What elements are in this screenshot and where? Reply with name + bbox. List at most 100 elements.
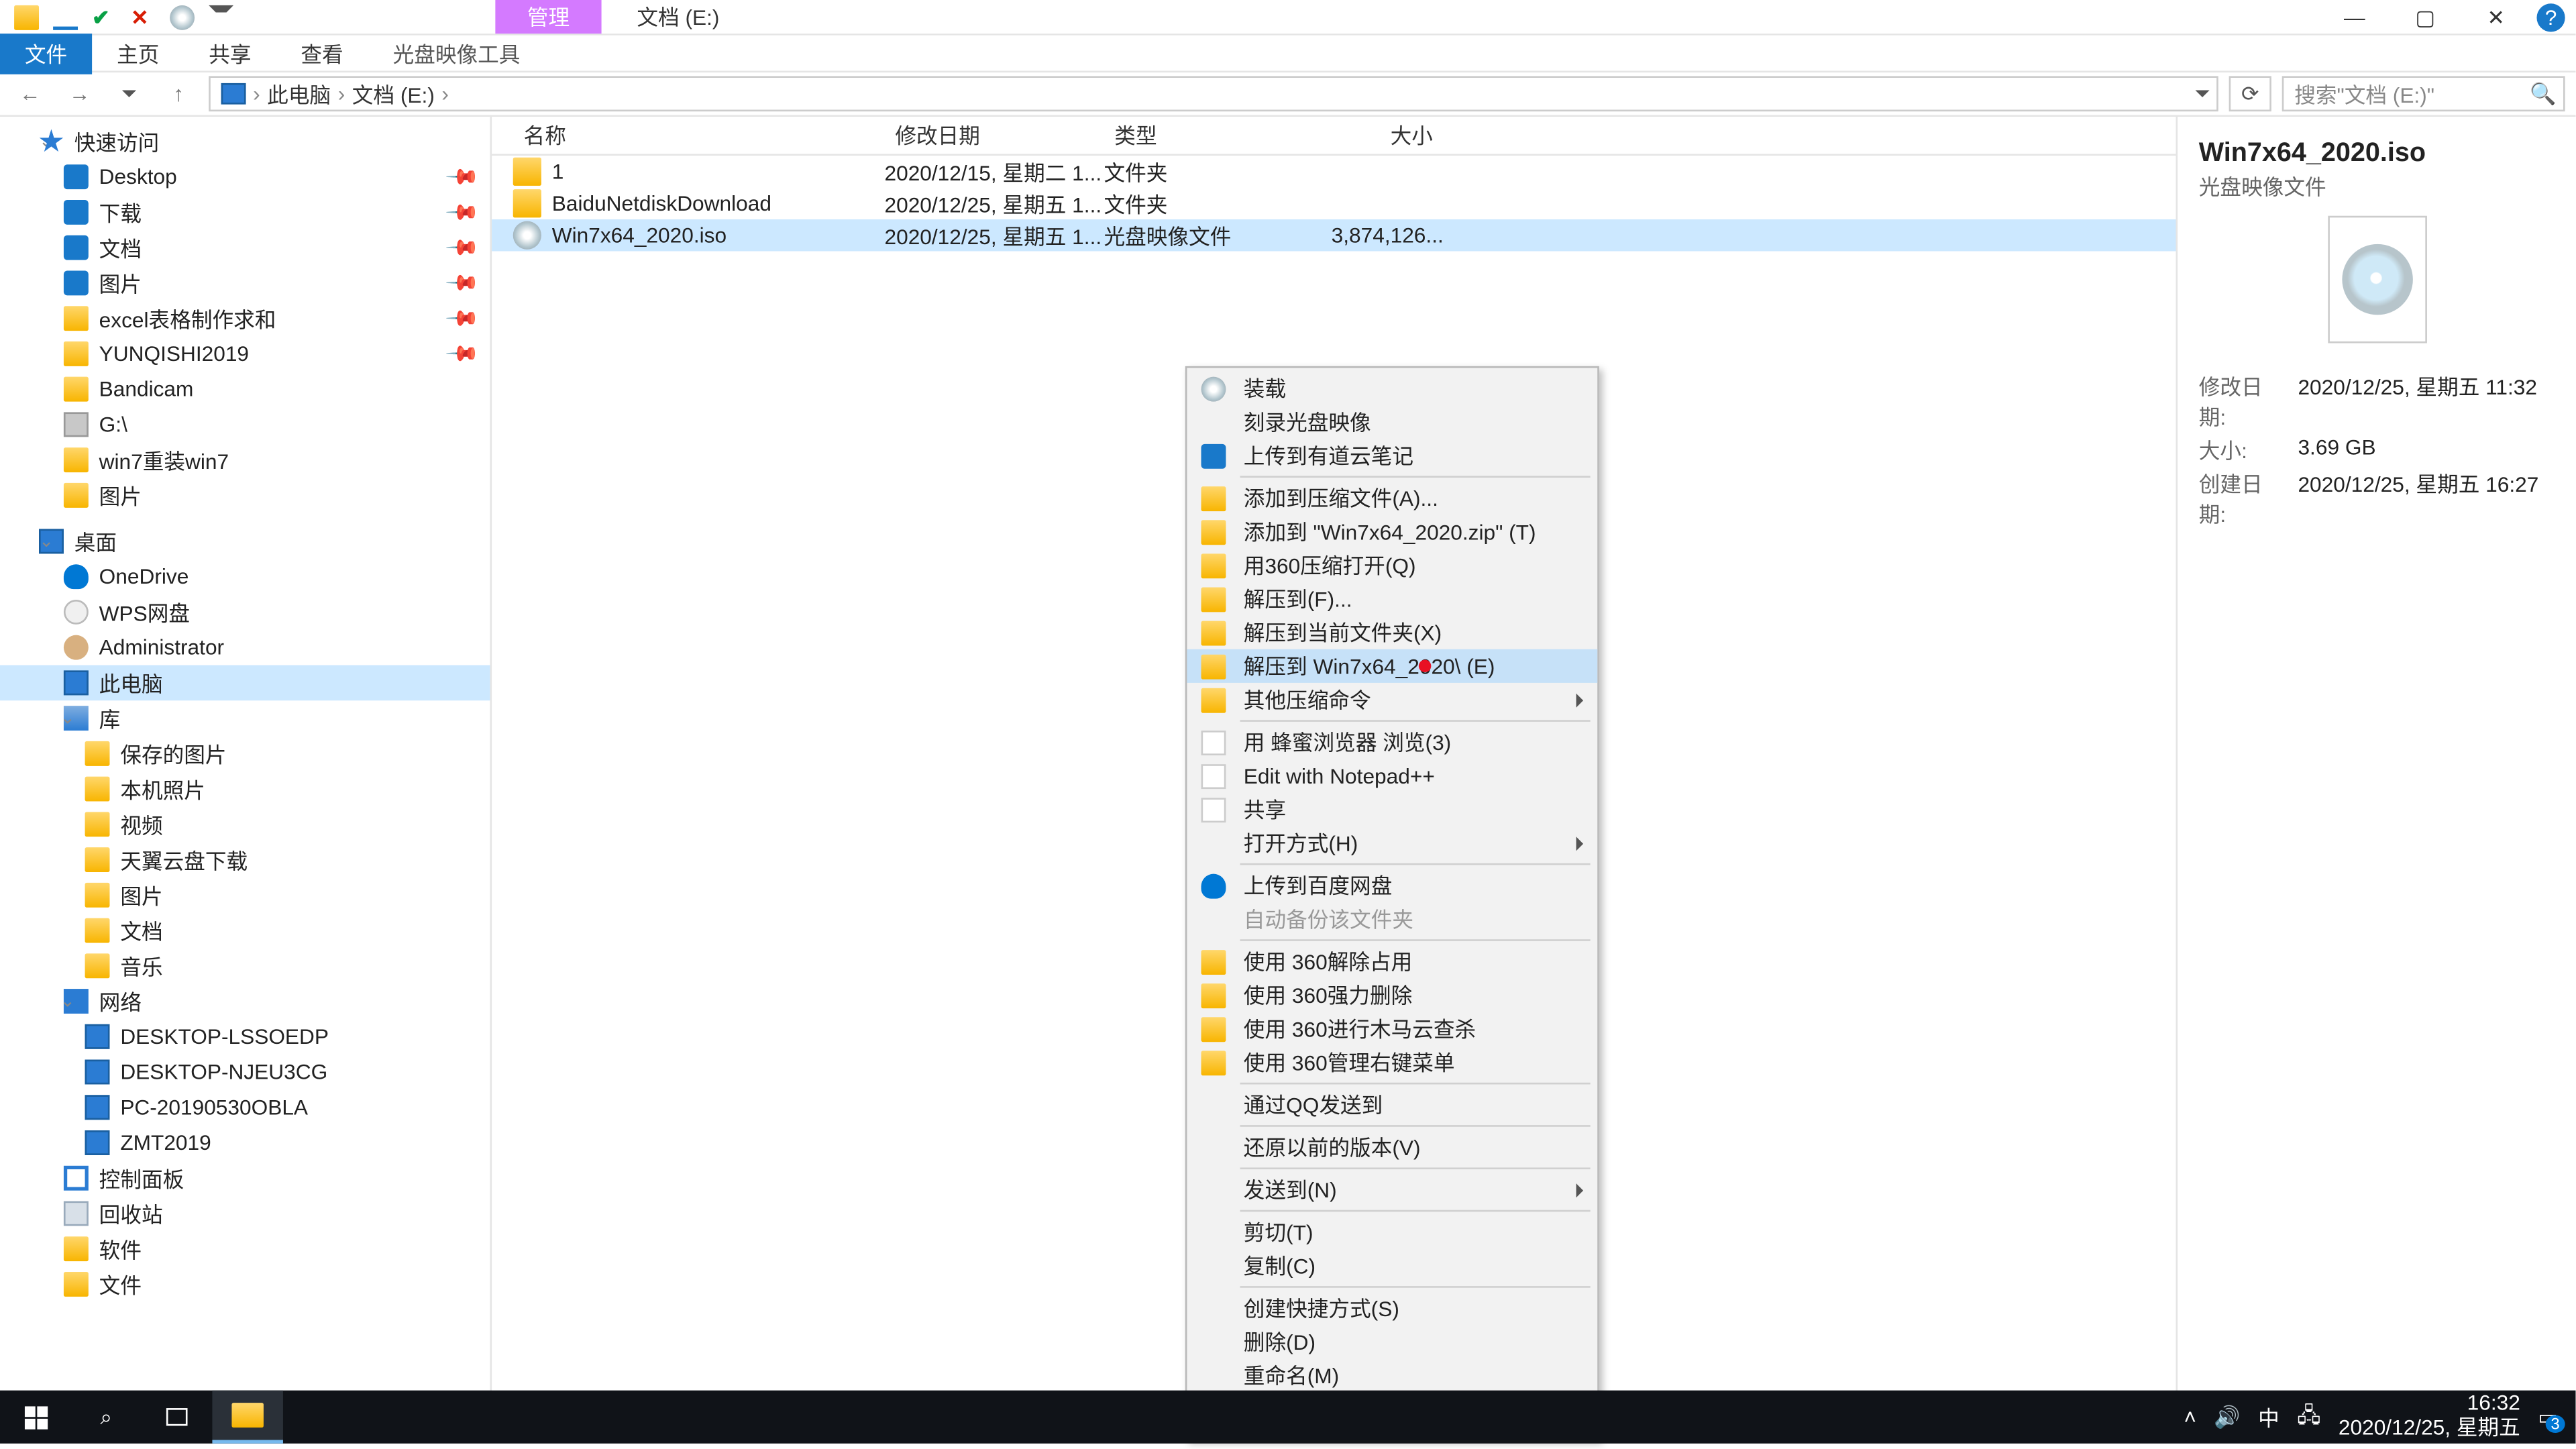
menu-item[interactable]: Edit with Notepad++ <box>1187 759 1597 792</box>
tree-item[interactable]: 此电脑 <box>0 665 490 701</box>
action-center-button[interactable]: ▭3 <box>2538 1405 2558 1430</box>
refresh-button[interactable]: ⟳ <box>2229 76 2271 111</box>
network-icon[interactable]: 🖧 <box>2297 1399 2320 1436</box>
menu-item[interactable]: 剪切(T) <box>1187 1216 1597 1249</box>
tree-item[interactable]: PC-20190530OBLA <box>0 1089 490 1125</box>
menu-item[interactable]: 使用 360强力删除 <box>1187 978 1597 1012</box>
file-row[interactable]: Win7x64_2020.iso2020/12/25, 星期五 1...光盘映像… <box>492 219 2176 251</box>
tree-item[interactable]: 图片📌 <box>0 266 490 301</box>
menu-item[interactable]: 其他压缩命令 <box>1187 683 1597 716</box>
tree-item[interactable]: ⌄网络 <box>0 983 490 1019</box>
menu-item[interactable]: 使用 360进行木马云查杀 <box>1187 1012 1597 1045</box>
menu-item[interactable]: 刻录光盘映像 <box>1187 405 1597 439</box>
menu-item[interactable]: 上传到百度网盘 <box>1187 869 1597 902</box>
menu-item[interactable]: 使用 360管理右键菜单 <box>1187 1045 1597 1079</box>
search-input[interactable]: 搜索"文档 (E:)" 🔍 <box>2282 76 2565 111</box>
tree-item[interactable]: ⌄快速访问 <box>0 124 490 160</box>
menu-item[interactable]: 添加到 "Win7x64_2020.zip" (T) <box>1187 515 1597 548</box>
tree-item[interactable]: WPS网盘 <box>0 594 490 630</box>
nav-recent-button[interactable] <box>109 74 148 113</box>
menu-item[interactable]: 用 蜂蜜浏览器 浏览(3) <box>1187 725 1597 759</box>
crumb-drive[interactable]: 文档 (E:) <box>352 78 435 109</box>
tree-item[interactable]: DESKTOP-NJEU3CG <box>0 1055 490 1090</box>
taskbar-explorer-button[interactable] <box>212 1391 282 1444</box>
tree-item[interactable]: 下载📌 <box>0 195 490 230</box>
start-button[interactable] <box>0 1391 70 1444</box>
nav-tree[interactable]: ⌄快速访问Desktop📌下载📌文档📌图片📌excel表格制作求和📌YUNQIS… <box>0 117 492 1411</box>
menu-item[interactable]: 重命名(M) <box>1187 1358 1597 1392</box>
tree-item[interactable]: ⌄桌面 <box>0 524 490 559</box>
menu-item[interactable]: 添加到压缩文件(A)... <box>1187 481 1597 515</box>
ribbon-tab-disc-tools[interactable]: 光盘映像工具 <box>368 33 545 74</box>
tree-item[interactable]: 视频 <box>0 806 490 842</box>
menu-item[interactable]: 发送到(N) <box>1187 1173 1597 1206</box>
tree-item[interactable]: 文件 <box>0 1267 490 1302</box>
taskbar-clock[interactable]: 16:32 2020/12/25, 星期五 <box>2339 1393 2520 1442</box>
menu-item[interactable]: 创建快捷方式(S) <box>1187 1291 1597 1325</box>
tree-item[interactable]: excel表格制作求和📌 <box>0 301 490 336</box>
tree-item[interactable]: 天翼云盘下载 <box>0 842 490 877</box>
taskbar-search-button[interactable]: ⌕ <box>70 1391 141 1444</box>
tree-item[interactable]: Administrator <box>0 630 490 665</box>
file-list[interactable]: 名称 修改日期 类型 大小 12020/12/15, 星期二 1...文件夹Ba… <box>492 117 2176 1411</box>
breadcrumb[interactable]: › 此电脑 › 文档 (E:) › <box>209 76 2218 111</box>
tree-item[interactable]: 文档 <box>0 913 490 949</box>
tree-item[interactable]: 控制面板 <box>0 1161 490 1196</box>
tree-item[interactable]: 软件 <box>0 1231 490 1267</box>
menu-item[interactable]: 打开方式(H) <box>1187 826 1597 859</box>
tree-item[interactable]: win7重装win7 <box>0 442 490 478</box>
qat-disc-icon[interactable] <box>170 5 195 30</box>
menu-item[interactable]: 还原以前的版本(V) <box>1187 1130 1597 1164</box>
nav-back-button[interactable]: ← <box>11 74 50 113</box>
file-row[interactable]: BaiduNetdiskDownload2020/12/25, 星期五 1...… <box>492 188 2176 219</box>
menu-item[interactable]: 解压到(F)... <box>1187 582 1597 616</box>
crumb-pc[interactable]: 此电脑 <box>267 78 331 109</box>
menu-item[interactable]: 复制(C) <box>1187 1249 1597 1283</box>
qat-pin-icon[interactable] <box>53 5 78 30</box>
context-menu[interactable]: 装载刻录光盘映像上传到有道云笔记添加到压缩文件(A)...添加到 "Win7x6… <box>1185 366 1599 1440</box>
tray-chevron-icon[interactable]: ˄ <box>2184 1405 2197 1430</box>
ribbon-tab-file[interactable]: 文件 <box>0 33 92 74</box>
tree-item[interactable]: 本机照片 <box>0 771 490 807</box>
tree-item[interactable]: OneDrive <box>0 559 490 594</box>
qat-x-icon[interactable]: ✕ <box>131 5 156 30</box>
volume-icon[interactable]: 🔊 <box>2214 1405 2240 1430</box>
qat-dropdown-icon[interactable] <box>209 5 233 30</box>
col-date[interactable]: 修改日期 <box>885 120 1104 150</box>
tree-item[interactable]: YUNQISHI2019📌 <box>0 336 490 372</box>
taskbar[interactable]: ⌕ ˄ 🔊 中 🖧 16:32 2020/12/25, 星期五 ▭3 <box>0 1391 2575 1444</box>
tree-item[interactable]: ZMT2019 <box>0 1125 490 1161</box>
menu-item[interactable]: 装载 <box>1187 372 1597 405</box>
nav-forward-button[interactable]: → <box>60 74 99 113</box>
crumb-dropdown-icon[interactable] <box>2196 90 2210 97</box>
nav-up-button[interactable]: ↑ <box>159 74 198 113</box>
col-name[interactable]: 名称 <box>513 120 885 150</box>
taskview-button[interactable] <box>142 1391 212 1444</box>
ribbon-tab-home[interactable]: 主页 <box>92 33 184 74</box>
close-button[interactable]: ✕ <box>2466 1 2526 32</box>
tree-item[interactable]: 图片 <box>0 478 490 513</box>
tree-item[interactable]: 回收站 <box>0 1196 490 1232</box>
tree-item[interactable]: 图片 <box>0 877 490 913</box>
menu-item[interactable]: 解压到当前文件夹(X) <box>1187 616 1597 649</box>
col-size[interactable]: 大小 <box>1284 120 1443 150</box>
menu-item[interactable]: 共享 <box>1187 792 1597 826</box>
system-tray[interactable]: ˄ 🔊 中 🖧 16:32 2020/12/25, 星期五 ▭3 <box>2184 1393 2576 1442</box>
column-headers[interactable]: 名称 修改日期 类型 大小 <box>492 117 2176 156</box>
help-button[interactable]: ? <box>2536 3 2565 31</box>
menu-item[interactable]: 使用 360解除占用 <box>1187 945 1597 978</box>
tree-item[interactable]: Desktop📌 <box>0 159 490 195</box>
ime-indicator[interactable]: 中 <box>2258 1402 2279 1432</box>
qat-check-icon[interactable]: ✔ <box>92 5 117 30</box>
file-row[interactable]: 12020/12/15, 星期二 1...文件夹 <box>492 156 2176 187</box>
col-type[interactable]: 类型 <box>1104 120 1284 150</box>
menu-item[interactable]: 上传到有道云笔记 <box>1187 439 1597 472</box>
menu-item[interactable]: 用360压缩打开(Q) <box>1187 548 1597 582</box>
tree-item[interactable]: DESKTOP-LSSOEDP <box>0 1019 490 1055</box>
menu-item[interactable]: 通过QQ发送到 <box>1187 1088 1597 1122</box>
tree-item[interactable]: G:\ <box>0 407 490 443</box>
minimize-button[interactable]: — <box>2324 1 2385 32</box>
maximize-button[interactable]: ▢ <box>2395 1 2455 32</box>
ribbon-tab-view[interactable]: 查看 <box>276 33 368 74</box>
ribbon-tab-share[interactable]: 共享 <box>184 33 276 74</box>
